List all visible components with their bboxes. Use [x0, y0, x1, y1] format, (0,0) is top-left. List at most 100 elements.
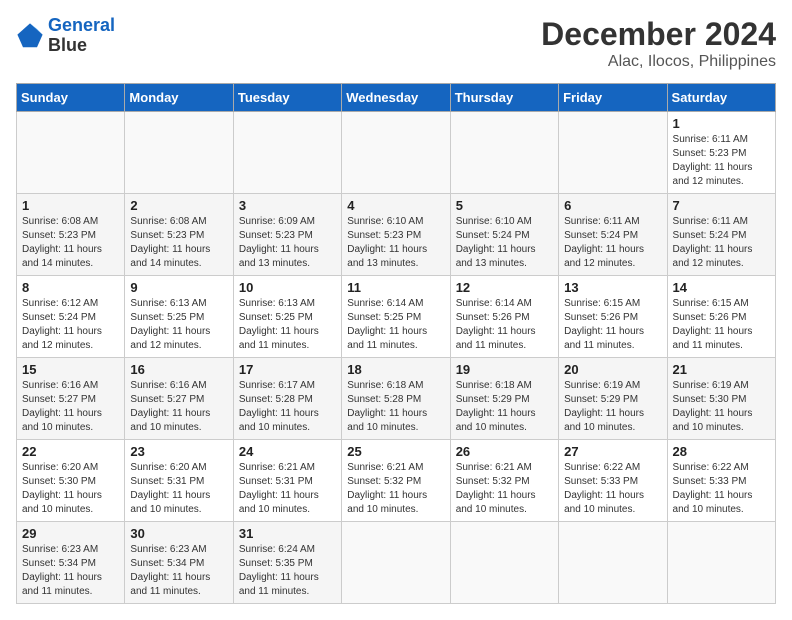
day-info: Sunrise: 6:13 AMSunset: 5:25 PMDaylight:… [130, 297, 227, 353]
day-info: Sunrise: 6:16 AMSunset: 5:27 PMDaylight:… [22, 379, 119, 435]
day-number: 29 [22, 526, 119, 541]
day-number: 15 [22, 362, 119, 377]
day-info: Sunrise: 6:11 AMSunset: 5:24 PMDaylight:… [564, 215, 661, 271]
day-info: Sunrise: 6:13 AMSunset: 5:25 PMDaylight:… [239, 297, 336, 353]
month-title: December 2024 [541, 16, 776, 53]
calendar-week-row: 1 Sunrise: 6:08 AMSunset: 5:23 PMDayligh… [17, 194, 776, 276]
day-number: 13 [564, 280, 661, 295]
calendar-header-row: Sunday Monday Tuesday Wednesday Thursday… [17, 84, 776, 112]
calendar-week-row: 22 Sunrise: 6:20 AMSunset: 5:30 PMDaylig… [17, 440, 776, 522]
logo-line2: Blue [48, 36, 115, 56]
table-row: 19 Sunrise: 6:18 AMSunset: 5:29 PMDaylig… [450, 358, 558, 440]
col-friday: Friday [559, 84, 667, 112]
day-number: 4 [347, 198, 444, 213]
table-row: 26 Sunrise: 6:21 AMSunset: 5:32 PMDaylig… [450, 440, 558, 522]
day-number: 30 [130, 526, 227, 541]
table-row [233, 112, 341, 194]
day-number: 24 [239, 444, 336, 459]
table-row: 2 Sunrise: 6:08 AMSunset: 5:23 PMDayligh… [125, 194, 233, 276]
day-info: Sunrise: 6:11 AMSunset: 5:24 PMDaylight:… [673, 215, 770, 271]
day-info: Sunrise: 6:08 AMSunset: 5:23 PMDaylight:… [22, 215, 119, 271]
col-tuesday: Tuesday [233, 84, 341, 112]
table-row: 8 Sunrise: 6:12 AMSunset: 5:24 PMDayligh… [17, 276, 125, 358]
day-info: Sunrise: 6:11 AMSunset: 5:23 PMDaylight:… [673, 133, 770, 189]
calendar-week-row: 15 Sunrise: 6:16 AMSunset: 5:27 PMDaylig… [17, 358, 776, 440]
calendar-week-row: 8 Sunrise: 6:12 AMSunset: 5:24 PMDayligh… [17, 276, 776, 358]
col-thursday: Thursday [450, 84, 558, 112]
table-row: 31 Sunrise: 6:24 AMSunset: 5:35 PMDaylig… [233, 522, 341, 604]
day-number: 3 [239, 198, 336, 213]
table-row: 24 Sunrise: 6:21 AMSunset: 5:31 PMDaylig… [233, 440, 341, 522]
table-row: 21 Sunrise: 6:19 AMSunset: 5:30 PMDaylig… [667, 358, 775, 440]
table-row: 11 Sunrise: 6:14 AMSunset: 5:25 PMDaylig… [342, 276, 450, 358]
day-info: Sunrise: 6:23 AMSunset: 5:34 PMDaylight:… [130, 543, 227, 599]
table-row: 16 Sunrise: 6:16 AMSunset: 5:27 PMDaylig… [125, 358, 233, 440]
day-info: Sunrise: 6:21 AMSunset: 5:31 PMDaylight:… [239, 461, 336, 517]
day-number: 14 [673, 280, 770, 295]
day-number: 9 [130, 280, 227, 295]
table-row: 27 Sunrise: 6:22 AMSunset: 5:33 PMDaylig… [559, 440, 667, 522]
table-row [125, 112, 233, 194]
table-row: 23 Sunrise: 6:20 AMSunset: 5:31 PMDaylig… [125, 440, 233, 522]
day-info: Sunrise: 6:10 AMSunset: 5:23 PMDaylight:… [347, 215, 444, 271]
table-row: 20 Sunrise: 6:19 AMSunset: 5:29 PMDaylig… [559, 358, 667, 440]
table-row: 22 Sunrise: 6:20 AMSunset: 5:30 PMDaylig… [17, 440, 125, 522]
day-number: 17 [239, 362, 336, 377]
table-row [17, 112, 125, 194]
day-info: Sunrise: 6:20 AMSunset: 5:30 PMDaylight:… [22, 461, 119, 517]
day-info: Sunrise: 6:12 AMSunset: 5:24 PMDaylight:… [22, 297, 119, 353]
col-monday: Monday [125, 84, 233, 112]
table-row [450, 522, 558, 604]
table-row: 3 Sunrise: 6:09 AMSunset: 5:23 PMDayligh… [233, 194, 341, 276]
col-saturday: Saturday [667, 84, 775, 112]
day-number: 1 [22, 198, 119, 213]
day-number: 25 [347, 444, 444, 459]
table-row [559, 112, 667, 194]
table-row: 1 Sunrise: 6:11 AMSunset: 5:23 PMDayligh… [667, 112, 775, 194]
day-number: 12 [456, 280, 553, 295]
table-row: 6 Sunrise: 6:11 AMSunset: 5:24 PMDayligh… [559, 194, 667, 276]
table-row: 28 Sunrise: 6:22 AMSunset: 5:33 PMDaylig… [667, 440, 775, 522]
day-number: 19 [456, 362, 553, 377]
day-info: Sunrise: 6:19 AMSunset: 5:30 PMDaylight:… [673, 379, 770, 435]
page-header: General Blue December 2024 Alac, Ilocos,… [16, 16, 776, 71]
day-info: Sunrise: 6:23 AMSunset: 5:34 PMDaylight:… [22, 543, 119, 599]
table-row: 29 Sunrise: 6:23 AMSunset: 5:34 PMDaylig… [17, 522, 125, 604]
day-number: 31 [239, 526, 336, 541]
logo: General Blue [16, 16, 115, 56]
calendar-week-row: 1 Sunrise: 6:11 AMSunset: 5:23 PMDayligh… [17, 112, 776, 194]
day-number: 22 [22, 444, 119, 459]
day-number: 18 [347, 362, 444, 377]
table-row: 17 Sunrise: 6:17 AMSunset: 5:28 PMDaylig… [233, 358, 341, 440]
day-number: 20 [564, 362, 661, 377]
title-block: December 2024 Alac, Ilocos, Philippines [541, 16, 776, 71]
table-row: 10 Sunrise: 6:13 AMSunset: 5:25 PMDaylig… [233, 276, 341, 358]
table-row [450, 112, 558, 194]
day-info: Sunrise: 6:17 AMSunset: 5:28 PMDaylight:… [239, 379, 336, 435]
table-row [342, 522, 450, 604]
day-info: Sunrise: 6:10 AMSunset: 5:24 PMDaylight:… [456, 215, 553, 271]
table-row: 13 Sunrise: 6:15 AMSunset: 5:26 PMDaylig… [559, 276, 667, 358]
table-row: 7 Sunrise: 6:11 AMSunset: 5:24 PMDayligh… [667, 194, 775, 276]
location-title: Alac, Ilocos, Philippines [541, 53, 776, 71]
day-number: 5 [456, 198, 553, 213]
table-row: 9 Sunrise: 6:13 AMSunset: 5:25 PMDayligh… [125, 276, 233, 358]
day-info: Sunrise: 6:18 AMSunset: 5:28 PMDaylight:… [347, 379, 444, 435]
day-info: Sunrise: 6:22 AMSunset: 5:33 PMDaylight:… [564, 461, 661, 517]
day-info: Sunrise: 6:14 AMSunset: 5:26 PMDaylight:… [456, 297, 553, 353]
day-number: 23 [130, 444, 227, 459]
table-row: 12 Sunrise: 6:14 AMSunset: 5:26 PMDaylig… [450, 276, 558, 358]
day-info: Sunrise: 6:15 AMSunset: 5:26 PMDaylight:… [564, 297, 661, 353]
table-row: 18 Sunrise: 6:18 AMSunset: 5:28 PMDaylig… [342, 358, 450, 440]
day-info: Sunrise: 6:21 AMSunset: 5:32 PMDaylight:… [347, 461, 444, 517]
day-number: 11 [347, 280, 444, 295]
calendar-table: Sunday Monday Tuesday Wednesday Thursday… [16, 83, 776, 604]
calendar-week-row: 29 Sunrise: 6:23 AMSunset: 5:34 PMDaylig… [17, 522, 776, 604]
day-number: 28 [673, 444, 770, 459]
day-info: Sunrise: 6:18 AMSunset: 5:29 PMDaylight:… [456, 379, 553, 435]
logo-icon [16, 22, 44, 50]
day-number: 8 [22, 280, 119, 295]
day-info: Sunrise: 6:19 AMSunset: 5:29 PMDaylight:… [564, 379, 661, 435]
day-number: 27 [564, 444, 661, 459]
table-row [559, 522, 667, 604]
